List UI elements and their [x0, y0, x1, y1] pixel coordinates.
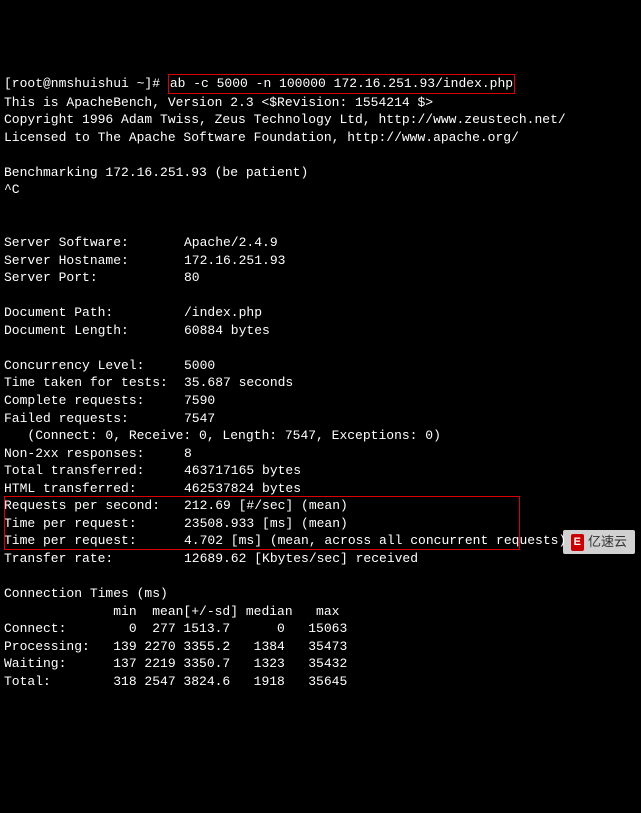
benchmark-line: Benchmarking 172.16.251.93 (be patient)	[4, 164, 637, 182]
header-line-1: This is ApacheBench, Version 2.3 <$Revis…	[4, 94, 637, 112]
time-taken-label: Time taken for tests:	[4, 374, 184, 392]
server-port-value: 80	[184, 270, 200, 285]
failed-requests-value: 7547	[184, 411, 215, 426]
total-transferred-value: 463717165 bytes	[184, 463, 301, 478]
shell-prompt: [root@nmshuishui ~]#	[4, 76, 168, 91]
rps-label: Requests per second:	[4, 497, 184, 515]
connection-times-title: Connection Times (ms)	[4, 585, 637, 603]
non2xx-value: 8	[184, 446, 192, 461]
watermark-logo: E	[571, 534, 584, 551]
failed-requests-label: Failed requests:	[4, 410, 184, 428]
connection-times-processing: Processing: 139 2270 3355.2 1384 35473	[4, 638, 637, 656]
complete-requests-value: 7590	[184, 393, 215, 408]
complete-requests-label: Complete requests:	[4, 392, 184, 410]
concurrency-level-label: Concurrency Level:	[4, 357, 184, 375]
header-line-2: Copyright 1996 Adam Twiss, Zeus Technolo…	[4, 111, 637, 129]
server-hostname-value: 172.16.251.93	[184, 253, 285, 268]
transfer-rate-label: Transfer rate:	[4, 550, 184, 568]
connection-times-waiting: Waiting: 137 2219 3350.7 1323 35432	[4, 655, 637, 673]
connection-times-header: min mean[+/-sd] median max	[4, 603, 637, 621]
document-length-value: 60884 bytes	[184, 323, 270, 338]
stats-block: Requests per second:212.69 [#/sec] (mean…	[4, 497, 566, 550]
transfer-rate-value: 12689.62 [Kbytes/sec] received	[184, 551, 418, 566]
document-length-label: Document Length:	[4, 322, 184, 340]
server-hostname-label: Server Hostname:	[4, 252, 184, 270]
header-line-3: Licensed to The Apache Software Foundati…	[4, 129, 637, 147]
total-transferred-label: Total transferred:	[4, 462, 184, 480]
document-path-value: /index.php	[184, 305, 262, 320]
concurrency-level-value: 5000	[184, 358, 215, 373]
server-software-value: Apache/2.4.9	[184, 235, 278, 250]
tpr1-label: Time per request:	[4, 515, 184, 533]
command-box: ab -c 5000 -n 100000 172.16.251.93/index…	[168, 74, 515, 94]
tpr1-value: 23508.933 [ms] (mean)	[184, 516, 348, 531]
ctrl-c: ^C	[4, 181, 637, 199]
html-transferred-value: 462537824 bytes	[184, 481, 301, 496]
server-software-label: Server Software:	[4, 234, 184, 252]
failed-detail: (Connect: 0, Receive: 0, Length: 7547, E…	[4, 427, 637, 445]
rps-value: 212.69 [#/sec] (mean)	[184, 498, 348, 513]
document-path-label: Document Path:	[4, 304, 184, 322]
watermark-text: 亿速云	[588, 533, 627, 551]
tpr2-value: 4.702 [ms] (mean, across all concurrent …	[184, 533, 566, 548]
watermark: E 亿速云	[563, 530, 635, 554]
command-text[interactable]: ab -c 5000 -n 100000 172.16.251.93/index…	[170, 76, 513, 91]
connection-times-connect: Connect: 0 277 1513.7 0 15063	[4, 620, 637, 638]
connection-times-total: Total: 318 2547 3824.6 1918 35645	[4, 673, 637, 691]
html-transferred-label: HTML transferred:	[4, 480, 184, 498]
server-port-label: Server Port:	[4, 269, 184, 287]
non2xx-label: Non-2xx responses:	[4, 445, 184, 463]
time-taken-value: 35.687 seconds	[184, 375, 293, 390]
tpr2-label: Time per request:	[4, 532, 184, 550]
